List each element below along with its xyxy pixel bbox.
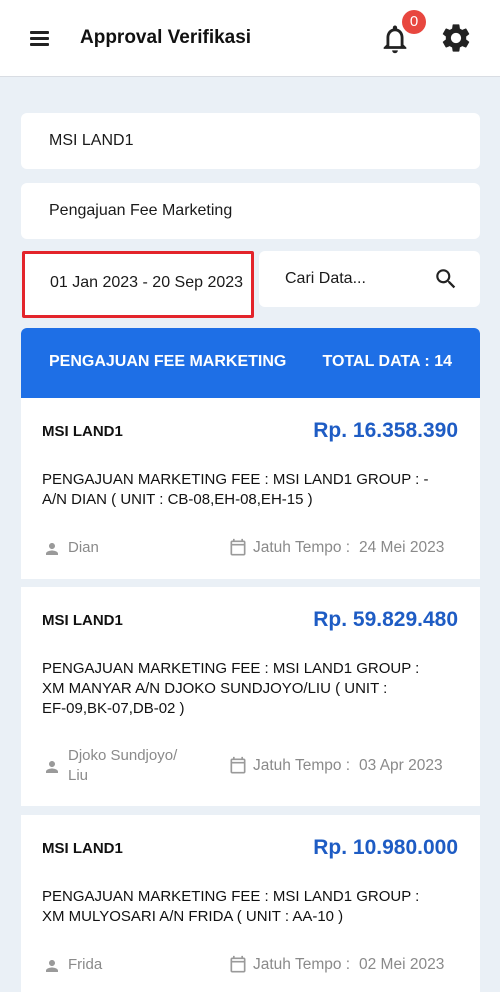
- person-icon: [46, 960, 58, 972]
- item-amount: Rp. 10.980.000: [313, 836, 458, 859]
- submission-type-value: Pengajuan Fee Marketing: [49, 202, 233, 219]
- item-company: MSI LAND1: [42, 423, 123, 440]
- item-user-name: Liu: [68, 767, 89, 784]
- list-item[interactable]: MSI LAND1 Rp. 16.358.390 PENGAJUAN MARKE…: [21, 398, 480, 579]
- person-icon: [46, 761, 58, 773]
- due-label: Jatuh Tempo :: [253, 539, 351, 556]
- item-description-line: XM MULYOSARI A/N FRIDA ( UNIT : AA-10 ): [42, 908, 344, 925]
- due-date: 03 Apr 2023: [359, 757, 443, 774]
- due-date: 02 Mei 2023: [359, 956, 445, 973]
- item-description-line: EF-09,BK-07,DB-02 ): [42, 700, 185, 717]
- list-item[interactable]: MSI LAND1 Rp. 59.829.480 PENGAJUAN MARKE…: [21, 587, 480, 806]
- item-description-line: PENGAJUAN MARKETING FEE : MSI LAND1 GROU…: [42, 888, 420, 905]
- item-description-line: PENGAJUAN MARKETING FEE : MSI LAND1 GROU…: [42, 471, 429, 488]
- list-item[interactable]: MSI LAND1 Rp. 10.980.000 PENGAJUAN MARKE…: [21, 815, 480, 992]
- list-header: PENGAJUAN FEE MARKETING TOTAL DATA : 14: [21, 328, 480, 398]
- item-amount: Rp. 16.358.390: [313, 419, 458, 442]
- app-bar: Approval Verifikasi 0: [0, 0, 500, 77]
- date-range-value: 01 Jan 2023 - 20 Sep 2023: [50, 274, 244, 291]
- item-amount: Rp. 59.829.480: [313, 608, 458, 631]
- item-description: PENGAJUAN MARKETING FEE : MSI LAND1 GROU…: [42, 659, 462, 719]
- date-range-picker[interactable]: 01 Jan 2023 - 20 Sep 2023: [22, 251, 254, 318]
- due-label: Jatuh Tempo :: [253, 757, 351, 774]
- search-icon: [436, 269, 456, 289]
- person-icon: [46, 543, 58, 555]
- submission-type-select[interactable]: Pengajuan Fee Marketing: [21, 183, 480, 239]
- total-data-count: TOTAL DATA : 14: [322, 353, 452, 370]
- item-description: PENGAJUAN MARKETING FEE : MSI LAND1 GROU…: [42, 887, 462, 927]
- menu-button[interactable]: [26, 24, 56, 52]
- item-description-line: XM MANYAR A/N DJOKO SUNDJOYO/LIU ( UNIT …: [42, 680, 388, 697]
- due-label: Jatuh Tempo :: [253, 956, 351, 973]
- menu-icon-bar: [30, 31, 49, 34]
- settings-button[interactable]: [439, 21, 473, 55]
- page-title: Approval Verifikasi: [80, 27, 252, 48]
- list-header-title: PENGAJUAN FEE MARKETING: [49, 353, 287, 370]
- item-description-line: A/N DIAN ( UNIT : CB-08,EH-08,EH-15 ): [42, 491, 313, 508]
- menu-icon-bar: [30, 37, 49, 40]
- item-company: MSI LAND1: [42, 612, 123, 629]
- item-company: MSI LAND1: [42, 840, 123, 857]
- company-select[interactable]: MSI LAND1: [21, 113, 480, 169]
- item-description: PENGAJUAN MARKETING FEE : MSI LAND1 GROU…: [42, 470, 462, 510]
- item-user: Dian: [43, 538, 99, 558]
- calendar-icon: [230, 756, 246, 774]
- search-button[interactable]: [433, 266, 459, 292]
- calendar-icon: [230, 955, 246, 973]
- company-select-value: MSI LAND1: [49, 132, 134, 149]
- item-user-name: Djoko Sundjoyo/: [68, 747, 178, 764]
- search-box: [259, 251, 480, 307]
- due-date: 24 Mei 2023: [359, 539, 445, 556]
- search-input[interactable]: [259, 251, 429, 307]
- menu-icon-bar: [30, 43, 49, 46]
- gear-icon: [442, 24, 470, 52]
- calendar-icon: [230, 538, 246, 556]
- item-description-line: PENGAJUAN MARKETING FEE : MSI LAND1 GROU…: [42, 660, 420, 677]
- item-user: Frida: [43, 955, 102, 975]
- item-user: Djoko Sundjoyo/ Liu: [43, 746, 177, 786]
- notification-badge: 0: [402, 10, 426, 34]
